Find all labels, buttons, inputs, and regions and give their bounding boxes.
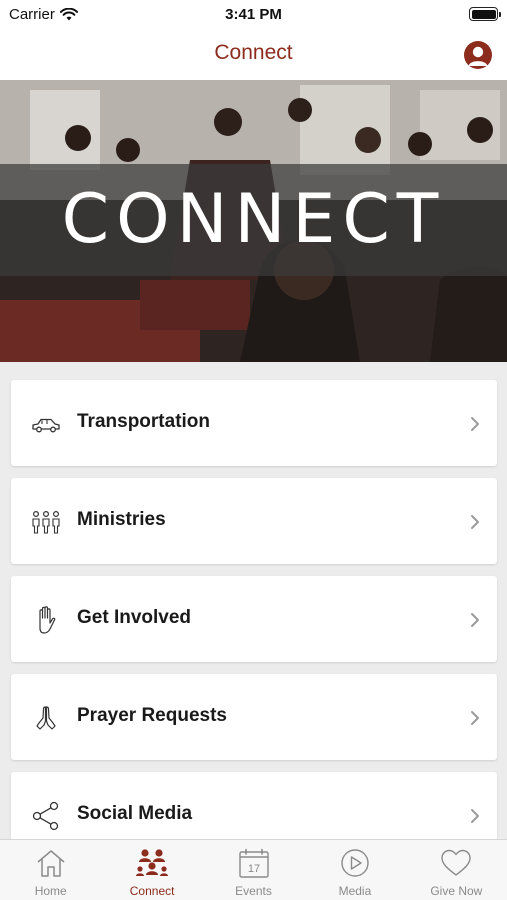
chevron-right-icon xyxy=(471,417,479,431)
tab-label: Media xyxy=(338,884,372,898)
tab-media[interactable]: Media xyxy=(304,840,405,900)
tab-give-now[interactable]: Give Now xyxy=(406,840,507,900)
status-bar: Carrier 3:41 PM xyxy=(0,0,507,30)
connect-people-icon xyxy=(136,849,169,876)
tab-bar: Home Connect 17 Events Media Give Now xyxy=(0,839,507,900)
page-title: Connect xyxy=(214,41,293,64)
hero-title: CONNECT xyxy=(61,180,446,259)
tab-label: Give Now xyxy=(430,884,483,898)
status-time: 3:41 PM xyxy=(225,6,282,23)
tab-events[interactable]: 17 Events xyxy=(203,840,304,900)
calendar-icon: 17 xyxy=(238,848,269,878)
chevron-right-icon xyxy=(471,515,479,529)
battery-icon xyxy=(469,7,501,21)
tab-label: Connect xyxy=(129,884,175,898)
home-icon xyxy=(37,850,65,877)
connect-menu-list: Transportation Ministries Get Involved P… xyxy=(11,380,497,870)
calendar-day-number: 17 xyxy=(247,863,259,875)
menu-item-transportation[interactable]: Transportation xyxy=(11,380,497,466)
menu-item-label: Transportation xyxy=(77,411,211,432)
people-group-icon xyxy=(32,510,60,534)
play-icon xyxy=(341,849,369,877)
chevron-right-icon xyxy=(471,711,479,725)
menu-item-label: Get Involved xyxy=(77,607,192,628)
chevron-right-icon xyxy=(471,809,479,823)
tab-label: Events xyxy=(235,884,272,898)
tab-connect[interactable]: Connect xyxy=(101,840,202,900)
navigation-bar: Connect xyxy=(0,30,507,80)
menu-item-label: Ministries xyxy=(77,509,166,530)
raised-hand-icon xyxy=(39,606,56,634)
chevron-right-icon xyxy=(471,613,479,627)
car-icon xyxy=(32,418,60,433)
menu-item-ministries[interactable]: Ministries xyxy=(11,478,497,564)
praying-hands-icon xyxy=(36,706,56,730)
menu-item-label: Prayer Requests xyxy=(77,705,227,726)
menu-item-label: Social Media xyxy=(77,803,193,824)
user-profile-icon[interactable] xyxy=(464,41,492,69)
menu-item-prayer-requests[interactable]: Prayer Requests xyxy=(11,674,497,760)
share-icon xyxy=(32,801,59,831)
menu-item-get-involved[interactable]: Get Involved xyxy=(11,576,497,662)
heart-icon xyxy=(441,849,472,876)
hero-banner: CONNECT xyxy=(0,80,507,362)
tab-home[interactable]: Home xyxy=(0,840,101,900)
tab-label: Home xyxy=(34,884,67,898)
app-screen: Carrier 3:41 PM Connect CONNECT Transpor… xyxy=(0,0,507,900)
